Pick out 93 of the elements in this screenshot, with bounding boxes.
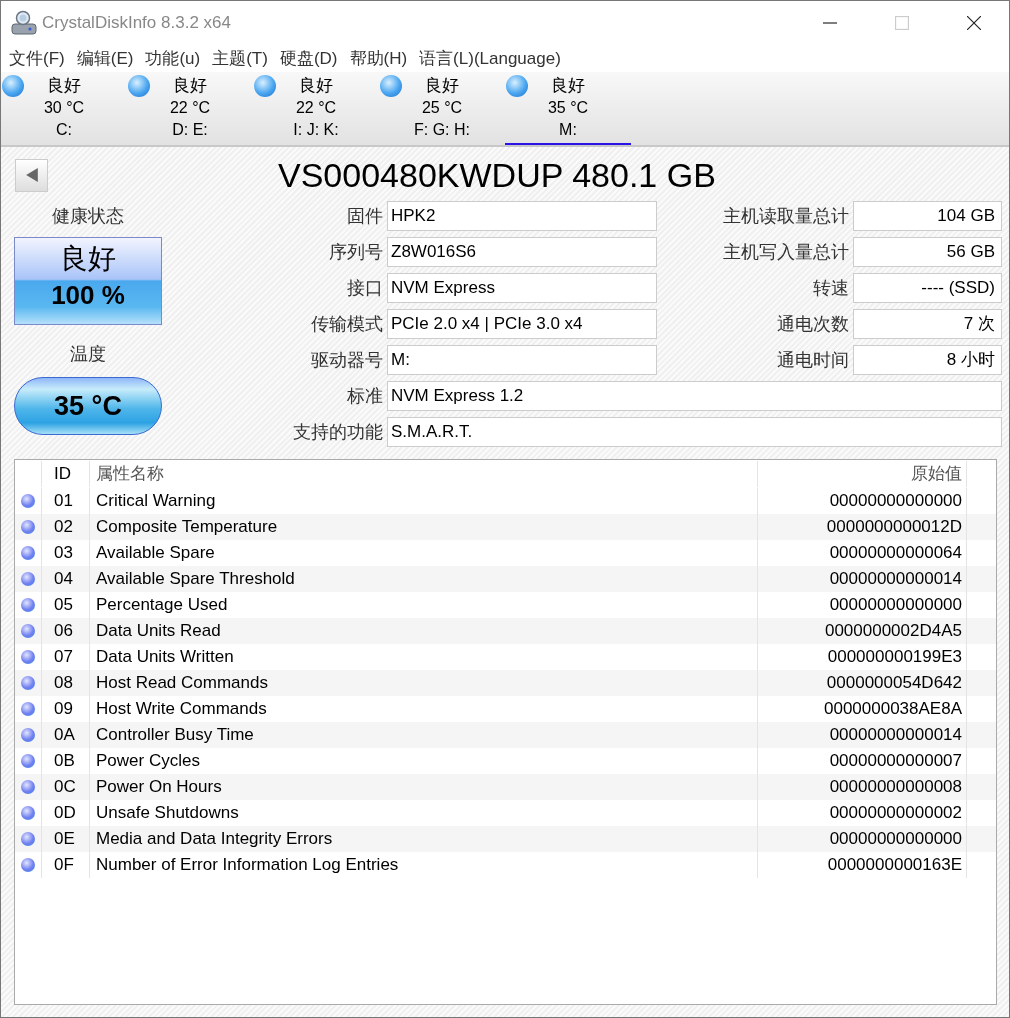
value-field: S.M.A.R.T. — [387, 417, 1002, 447]
field-label: 固件 — [346, 205, 383, 228]
drive-tab[interactable]: 良好 22 °C D: E: — [127, 72, 253, 145]
menu-item[interactable]: 语言(L)(Language) — [419, 46, 561, 70]
table-cell: Controller Busy Time — [89, 722, 757, 748]
status-dot-icon — [21, 780, 35, 794]
status-dot-icon — [21, 546, 35, 560]
value-field: M: — [387, 345, 657, 375]
field-label: 通电次数 — [776, 313, 849, 336]
status-dot-icon — [21, 520, 35, 534]
window-title: CrystalDiskInfo 8.3.2 x64 — [42, 12, 231, 33]
status-dot-icon — [21, 650, 35, 664]
drive-tab[interactable]: 良好 25 °C F: G: H: — [379, 72, 505, 145]
table-cell: 02 — [41, 514, 89, 540]
field-label: 传输模式 — [310, 313, 383, 336]
status-dot-icon — [21, 624, 35, 638]
table-cell: 0F — [41, 852, 89, 878]
field-label: 转速 — [812, 277, 849, 300]
field-label: 通电时间 — [776, 349, 849, 372]
table-cell: 00000000000014 — [757, 722, 967, 748]
table-cell: 06 — [41, 618, 89, 644]
status-dot-icon — [21, 754, 35, 768]
menu-item[interactable]: 主题(T) — [212, 46, 268, 70]
table-cell: Available Spare Threshold — [89, 566, 757, 592]
table-cell: 04 — [41, 566, 89, 592]
field-label: 主机读取量总计 — [722, 205, 849, 228]
table-cell: Media and Data Integrity Errors — [89, 826, 757, 852]
field-label: 接口 — [346, 277, 383, 300]
table-cell: Composite Temperature — [89, 514, 757, 540]
disk-title: VS000480KWDUP 480.1 GB — [278, 155, 716, 195]
field-label: 驱动器号 — [310, 349, 383, 372]
disk-app-icon — [11, 9, 37, 36]
value-field: 8 小时 — [853, 345, 1002, 375]
status-dot-icon — [254, 75, 276, 97]
value-field: ---- (SSD) — [853, 273, 1002, 303]
status-dot-icon — [380, 75, 402, 97]
menu-item[interactable]: 硬盘(D) — [279, 46, 338, 70]
status-dot-icon — [21, 806, 35, 820]
health-status-badge: 良好 100 % — [14, 237, 162, 325]
drive-tab[interactable]: 良好 30 °C C: — [1, 72, 127, 145]
status-dot-icon — [21, 676, 35, 690]
status-dot-icon — [21, 728, 35, 742]
table-cell: Power On Hours — [89, 774, 757, 800]
value-field: HPK2 — [387, 201, 657, 231]
table-cell: 0000000000163E — [757, 852, 967, 878]
column-header[interactable]: ID — [41, 461, 89, 487]
status-dot-icon — [128, 75, 150, 97]
status-dot-icon — [2, 75, 24, 97]
drive-tab[interactable]: 良好 22 °C I: J: K: — [253, 72, 379, 145]
table-cell: 00000000000000 — [757, 826, 967, 852]
menu-item[interactable]: 帮助(H) — [349, 46, 408, 70]
menu-item[interactable]: 文件(F) — [9, 46, 65, 70]
value-field: 7 次 — [853, 309, 1002, 339]
menu-item[interactable]: 编辑(E) — [76, 46, 134, 70]
close-icon[interactable] — [967, 15, 981, 30]
table-cell: 08 — [41, 670, 89, 696]
menu-item[interactable]: 功能(u) — [145, 46, 201, 70]
value-field: NVM Express — [387, 273, 657, 303]
column-header[interactable]: 属性名称 — [89, 461, 757, 487]
status-dot-icon — [21, 858, 35, 872]
temperature-badge: 35 °C — [14, 377, 162, 435]
table-cell: 00000000000014 — [757, 566, 967, 592]
table-cell: 0E — [41, 826, 89, 852]
table-cell: 0A — [41, 722, 89, 748]
status-dot-icon — [21, 598, 35, 612]
status-dot-icon — [21, 494, 35, 508]
status-dot-icon — [21, 572, 35, 586]
table-cell: 0000000000012D — [757, 514, 967, 540]
status-dot-icon — [21, 832, 35, 846]
field-label: 支持的功能 — [292, 421, 383, 444]
field-label: 序列号 — [328, 241, 383, 264]
column-header[interactable]: 原始值 — [757, 461, 967, 487]
table-cell: Number of Error Information Log Entries — [89, 852, 757, 878]
left-triangle-icon — [25, 168, 38, 182]
table-cell: 0C — [41, 774, 89, 800]
table-cell: 0000000054D642 — [757, 670, 967, 696]
field-label: 主机写入量总计 — [722, 241, 849, 264]
temperature-label: 温度 — [70, 343, 106, 366]
previous-disk-button[interactable] — [15, 158, 48, 192]
health-label: 健康状态 — [52, 205, 124, 228]
field-label: 标准 — [346, 385, 383, 408]
drive-tab[interactable]: 良好 35 °C M: — [505, 72, 631, 145]
table-cell: 0000000002D4A5 — [757, 618, 967, 644]
value-field: PCIe 2.0 x4 | PCIe 3.0 x4 — [387, 309, 657, 339]
table-cell: 00000000000008 — [757, 774, 967, 800]
value-field: 104 GB — [853, 201, 1002, 231]
value-field: Z8W016S6 — [387, 237, 657, 267]
value-field: 56 GB — [853, 237, 1002, 267]
value-field: NVM Express 1.2 — [387, 381, 1002, 411]
status-dot-icon — [21, 702, 35, 716]
table-cell: Data Units Read — [89, 618, 757, 644]
table-cell: Host Read Commands — [89, 670, 757, 696]
status-dot-icon — [506, 75, 528, 97]
